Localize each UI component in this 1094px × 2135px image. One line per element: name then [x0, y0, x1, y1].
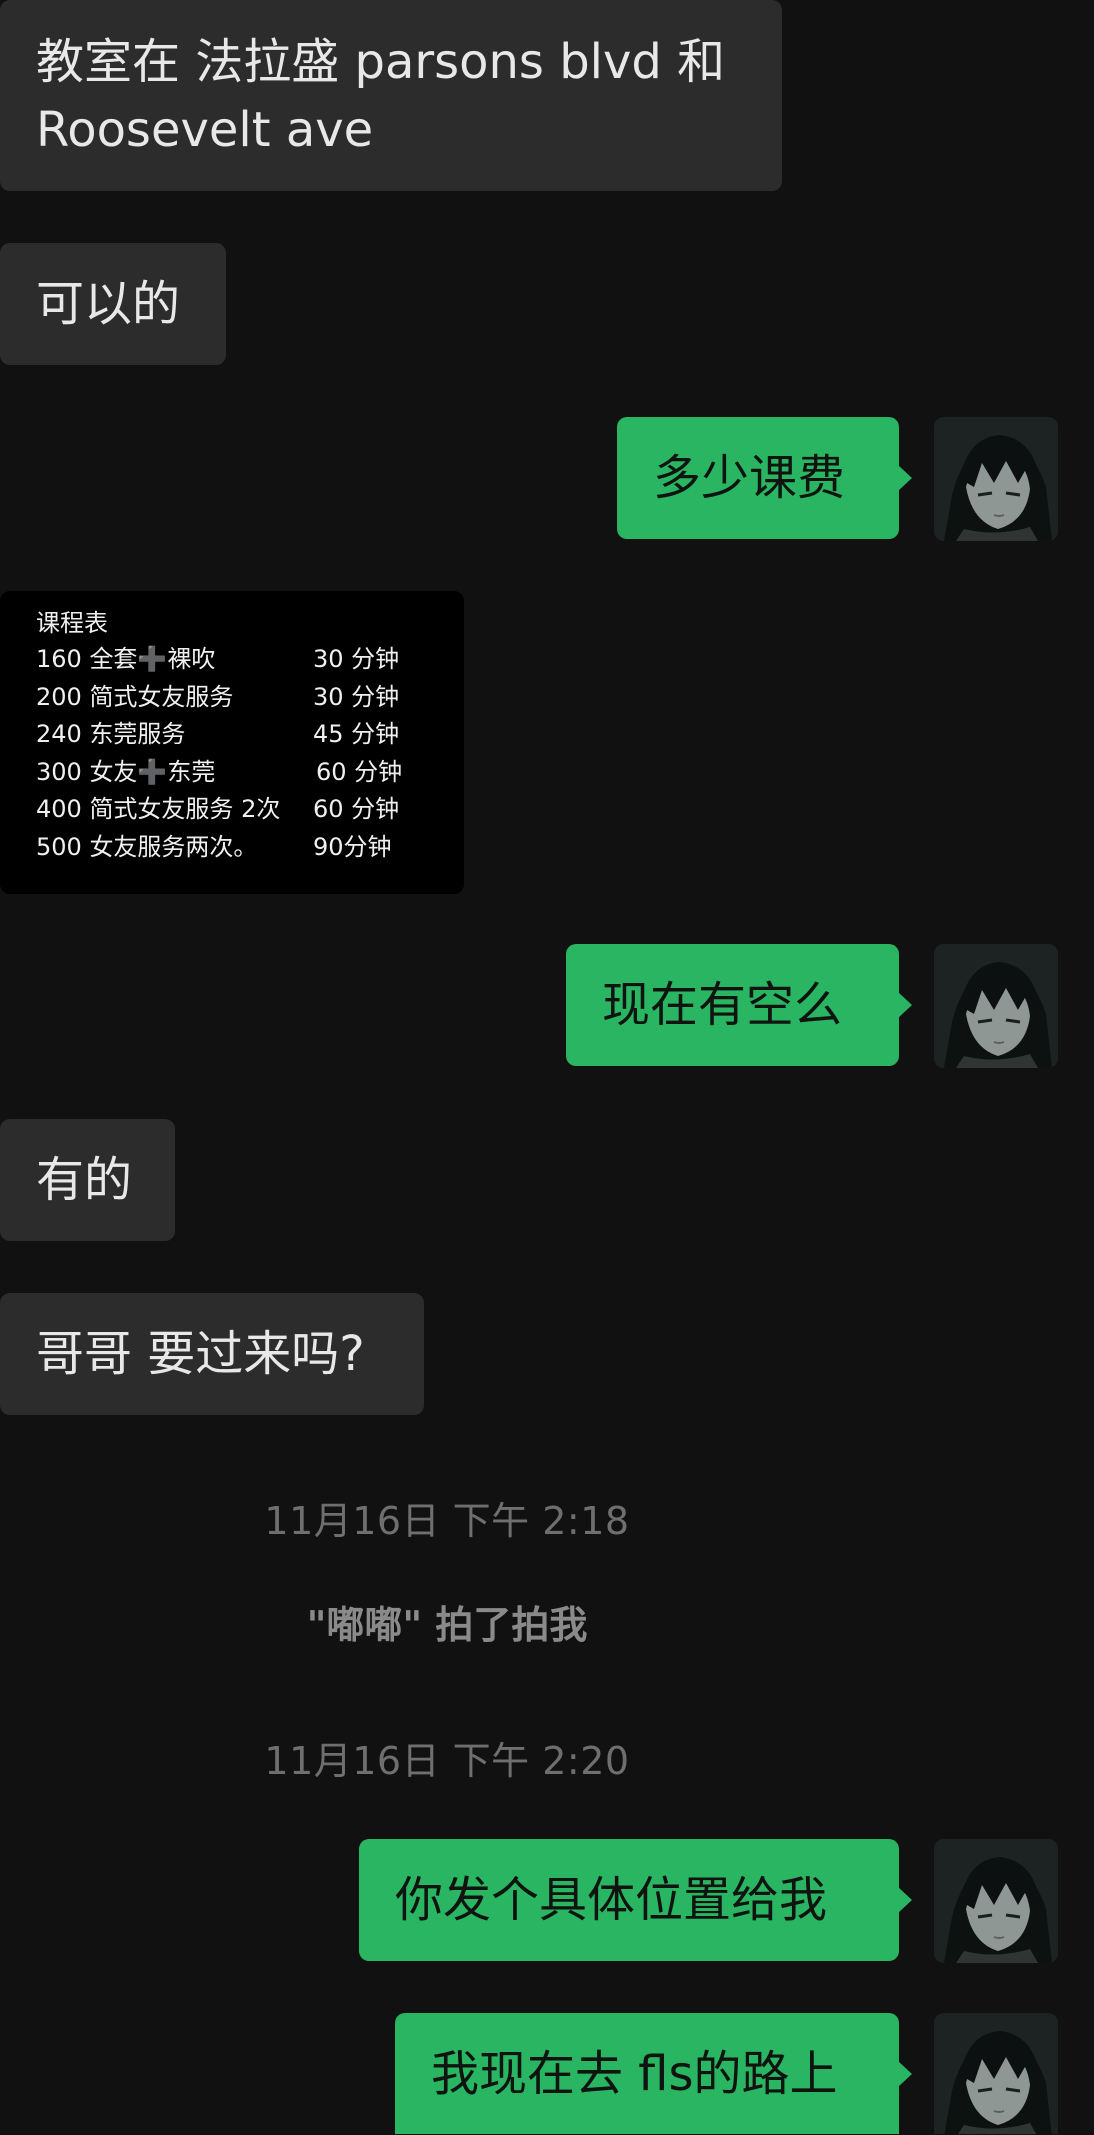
- schedule-row: 400 简式女友服务 2次 60 分钟: [36, 791, 464, 829]
- message-timestamp: 11月16日 下午 2:20: [264, 1739, 630, 1783]
- schedule-item: 240 东莞服务: [36, 720, 186, 748]
- message-text: 多少课费: [653, 450, 846, 506]
- pat-notification: "嘟嘟" 拍了拍我: [306, 1603, 588, 1647]
- anime-character-avatar-icon: [934, 1839, 1058, 1963]
- user-avatar[interactable]: [934, 944, 1058, 1068]
- message-text: 哥哥 要过来吗?: [36, 1326, 365, 1382]
- outgoing-message-bubble[interactable]: 你发个具体位置给我: [359, 1839, 912, 1961]
- anime-character-avatar-icon: [934, 944, 1058, 1068]
- anime-character-avatar-icon: [934, 2013, 1058, 2134]
- message-text: 有的: [36, 1152, 133, 1208]
- message-text: 现在有空么: [602, 977, 843, 1033]
- incoming-message-bubble[interactable]: 可以的: [0, 243, 226, 365]
- message-timestamp: 11月16日 下午 2:18: [264, 1499, 630, 1543]
- message-text: 可以的: [36, 276, 181, 332]
- schedule-row: 200 简式女友服务 30 分钟: [36, 679, 464, 717]
- schedule-row: 160 全套➕裸吹 30 分钟: [36, 641, 464, 679]
- incoming-message-bubble[interactable]: 哥哥 要过来吗?: [0, 1293, 424, 1415]
- outgoing-message-bubble[interactable]: 多少课费: [617, 417, 912, 539]
- schedule-duration: 30 分钟: [313, 645, 400, 673]
- schedule-item: 500 女友服务两次。: [36, 832, 258, 861]
- anime-character-avatar-icon: [934, 417, 1058, 541]
- message-text: 你发个具体位置给我: [395, 1872, 828, 1928]
- user-avatar[interactable]: [934, 1839, 1058, 1963]
- incoming-message-bubble[interactable]: 教室在 法拉盛 parsons blvd 和 Roosevelt ave: [0, 0, 782, 191]
- user-avatar[interactable]: [934, 417, 1058, 541]
- message-text-line: Roosevelt ave: [36, 102, 374, 158]
- schedule-duration: 60 分钟: [313, 795, 400, 823]
- schedule-duration: 60 分钟: [316, 757, 403, 786]
- schedule-row: 240 东莞服务 45 分钟: [36, 716, 464, 754]
- schedule-duration: 90分钟: [313, 832, 392, 861]
- message-text-line: 教室在 法拉盛 parsons blvd 和: [36, 34, 726, 90]
- schedule-title: 课程表: [36, 609, 108, 637]
- incoming-message-bubble[interactable]: 有的: [0, 1119, 175, 1241]
- schedule-item: 160 全套➕裸吹: [36, 645, 216, 673]
- message-text: 我现在去 fls的路上: [431, 2046, 838, 2102]
- outgoing-message-bubble[interactable]: 现在有空么: [566, 944, 912, 1066]
- outgoing-message-bubble[interactable]: 我现在去 fls的路上: [395, 2013, 912, 2134]
- schedule-row: 500 女友服务两次。 90分钟: [36, 829, 464, 867]
- chat-thread[interactable]: 教室在 法拉盛 parsons blvd 和 Roosevelt ave 可以的…: [0, 0, 1094, 2134]
- schedule-duration: 30 分钟: [313, 682, 400, 711]
- schedule-item: 400 简式女友服务 2次: [36, 795, 281, 823]
- schedule-item: 200 简式女友服务: [36, 682, 234, 711]
- schedule-duration: 45 分钟: [313, 720, 400, 748]
- schedule-item: 300 女友➕东莞: [36, 757, 216, 786]
- schedule-row: 300 女友➕东莞 60 分钟: [36, 754, 464, 792]
- price-schedule-image[interactable]: 课程表 160 全套➕裸吹 30 分钟 200 简式女友服务 30 分钟 240…: [0, 591, 464, 894]
- user-avatar[interactable]: [934, 2013, 1058, 2134]
